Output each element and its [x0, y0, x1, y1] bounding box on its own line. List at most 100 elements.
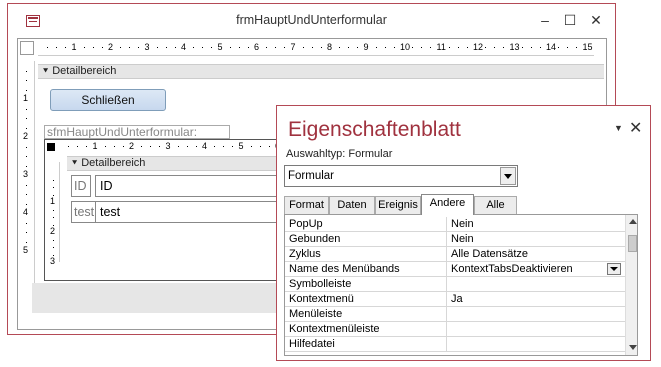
- property-value[interactable]: [446, 337, 624, 352]
- property-name: PopUp: [289, 218, 323, 230]
- vertical-ruler[interactable]: 1 2 3 4 5: [20, 61, 35, 305]
- field-label-id[interactable]: ID: [71, 175, 91, 197]
- minimize-icon[interactable]: –: [534, 10, 556, 30]
- ruler-tick: [129, 47, 131, 48]
- chevron-down-icon[interactable]: [500, 167, 516, 185]
- ruler-tick: [485, 47, 487, 48]
- field-textbox-id[interactable]: ID: [95, 175, 283, 197]
- property-row[interactable]: Menüleiste: [285, 307, 625, 322]
- tab-format[interactable]: Format: [284, 196, 329, 214]
- subform-label[interactable]: sfmHauptUndUnterformular:: [44, 125, 230, 139]
- selection-type-label: Auswahltyp:: [286, 148, 346, 160]
- close-icon[interactable]: ✕: [585, 10, 607, 30]
- scroll-thumb[interactable]: [628, 235, 637, 252]
- ruler-tick: [83, 47, 85, 48]
- ruler-tick: [65, 47, 67, 48]
- property-row[interactable]: Kontextmenüleiste: [285, 322, 625, 337]
- subform-horizontal-ruler[interactable]: 123456: [59, 140, 283, 154]
- ruler-number: 15: [582, 42, 593, 52]
- detail-section-label: Detailbereich: [52, 65, 117, 77]
- property-name: Kontextmenüleiste: [289, 323, 380, 335]
- property-row[interactable]: Hilfedatei: [285, 337, 625, 352]
- section-arrow-icon: ⯆: [71, 158, 79, 168]
- property-row[interactable]: Kontextmenü Ja: [285, 292, 625, 307]
- ruler-tick: [47, 47, 49, 48]
- ruler-number: 11: [436, 42, 446, 52]
- property-grid-scrollbar[interactable]: [625, 215, 637, 355]
- ruler-number: 2: [129, 141, 135, 151]
- window-titlebar[interactable]: frmHauptUndUnterformular – ☐ ✕: [8, 4, 615, 36]
- property-row[interactable]: Zyklus Alle Datensätze: [285, 247, 625, 262]
- ruler-tick: [558, 47, 560, 48]
- ruler-tick: [156, 47, 158, 48]
- ruler-number: 2: [50, 226, 56, 236]
- property-name: Zyklus: [289, 248, 321, 260]
- ruler-tick: [26, 70, 27, 72]
- property-value[interactable]: [446, 322, 624, 337]
- ruler-tick: [214, 146, 216, 147]
- tab-alle[interactable]: Alle: [474, 196, 517, 214]
- ruler-tick: [26, 108, 27, 110]
- property-name: Gebunden: [289, 233, 341, 245]
- ruler-tick: [266, 47, 268, 48]
- property-grid: PopUp Nein Gebunden Nein Zyklus Alle Dat…: [284, 214, 638, 356]
- property-name: Name des Menübands: [289, 263, 400, 275]
- property-value[interactable]: [446, 277, 624, 292]
- close-form-button[interactable]: Schließen: [50, 89, 166, 111]
- ruler-tick: [430, 47, 432, 48]
- tab-ereignis[interactable]: Ereignis: [375, 196, 421, 214]
- property-row[interactable]: Symbolleiste: [285, 277, 625, 292]
- tab-andere[interactable]: Andere: [421, 194, 474, 215]
- ruler-tick: [26, 222, 27, 224]
- ruler-tick: [141, 146, 143, 147]
- property-row[interactable]: Name des Menübands KontextTabsDeaktivier…: [285, 262, 625, 277]
- maximize-icon[interactable]: ☐: [559, 10, 581, 30]
- subform-control[interactable]: 123456 123 ⯆Detailbereich ID ID test tes…: [44, 139, 284, 281]
- pane-options-icon[interactable]: ▼: [614, 123, 623, 133]
- field-textbox-test[interactable]: test: [95, 201, 283, 223]
- ruler-tick: [150, 146, 152, 147]
- ruler-tick: [268, 146, 270, 147]
- object-selector-combo[interactable]: Formular: [284, 165, 518, 187]
- property-value[interactable]: Ja: [446, 292, 624, 307]
- property-value[interactable]: [446, 307, 624, 322]
- ruler-tick: [26, 146, 27, 148]
- horizontal-ruler[interactable]: 1 2 3 4 5 6 7 8 9 10 11 12 13 14 15: [38, 41, 594, 56]
- property-row[interactable]: PopUp Nein: [285, 217, 625, 232]
- property-name: Hilfedatei: [289, 338, 335, 350]
- ruler-tick: [26, 156, 27, 157]
- ruler-tick: [68, 146, 70, 147]
- property-value[interactable]: Nein: [446, 232, 624, 247]
- ruler-tick: [53, 179, 54, 181]
- detail-section-bar[interactable]: ⯆ Detailbereich: [38, 64, 604, 79]
- ruler-number: 3: [144, 42, 150, 52]
- ruler-tick: [26, 194, 27, 195]
- subform-detail-section-bar[interactable]: ⯆ Detailbereich: [67, 156, 283, 171]
- selection-type-value: Formular: [348, 148, 393, 160]
- ruler-tick: [259, 146, 261, 147]
- ruler-number: 14: [546, 42, 557, 52]
- property-value[interactable]: Alle Datensätze: [446, 247, 624, 262]
- ruler-tick: [56, 47, 58, 48]
- tab-daten[interactable]: Daten: [329, 196, 375, 214]
- ruler-tick: [412, 47, 414, 48]
- ruler-tick: [284, 47, 286, 48]
- ruler-number: 1: [92, 141, 98, 151]
- subform-selector[interactable]: [47, 143, 55, 151]
- ruler-tick: [421, 47, 423, 48]
- ruler-number: 5: [238, 141, 244, 151]
- property-row[interactable]: Gebunden Nein: [285, 232, 625, 247]
- close-icon[interactable]: ✕: [629, 118, 642, 138]
- ruler-tick: [26, 203, 27, 205]
- subform-vertical-ruler[interactable]: 1 2 3: [47, 162, 60, 266]
- scroll-up-icon[interactable]: [629, 219, 637, 224]
- ruler-tick: [177, 146, 179, 147]
- chevron-down-icon[interactable]: [607, 263, 621, 275]
- property-value[interactable]: KontextTabsDeaktivieren: [446, 262, 624, 277]
- ruler-number: 10: [400, 42, 411, 52]
- form-selector[interactable]: [20, 41, 34, 55]
- ruler-tick: [101, 47, 103, 48]
- scroll-down-icon[interactable]: [629, 345, 637, 350]
- property-value[interactable]: Nein: [446, 217, 624, 232]
- ruler-tick: [26, 80, 27, 81]
